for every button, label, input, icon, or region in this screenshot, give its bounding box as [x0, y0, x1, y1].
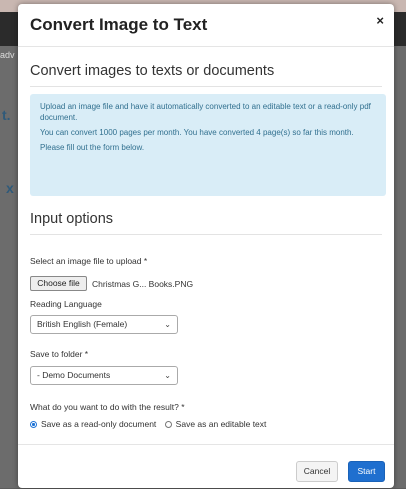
radio-label: Save as an editable text: [175, 419, 267, 429]
close-icon[interactable]: ×: [376, 14, 384, 27]
folder-select[interactable]: - Demo Documents ⌄: [30, 366, 178, 385]
language-select-value: British English (Female): [37, 319, 128, 329]
file-label: Select an image file to upload *: [30, 256, 148, 266]
result-radio-group: Save as a read-only document Save as an …: [30, 419, 272, 431]
convert-image-modal: Convert Image to Text × Convert images t…: [18, 4, 394, 488]
modal-title: Convert Image to Text: [30, 15, 208, 34]
info-text: You can convert 1000 pages per month. Yo…: [40, 128, 354, 137]
info-alert: Upload an image file and have it automat…: [30, 94, 386, 196]
folder-select-value: - Demo Documents: [37, 370, 111, 380]
background-right-edge: [392, 46, 406, 488]
info-text: Upload an image file and have it automat…: [40, 102, 371, 122]
chevron-down-icon: ⌄: [164, 371, 171, 380]
background-text-fragment: t.: [2, 107, 11, 123]
input-options-heading: Input options: [30, 211, 114, 227]
folder-label: Save to folder *: [30, 349, 89, 359]
modal-header: Convert Image to Text ×: [18, 4, 394, 47]
radio-editable-text[interactable]: Save as an editable text: [164, 419, 267, 429]
cancel-button[interactable]: Cancel: [296, 461, 338, 482]
radio-unchecked-icon[interactable]: [164, 421, 172, 428]
modal-heading: Convert images to texts or documents: [30, 63, 275, 79]
info-text: Please fill out the form below.: [40, 143, 145, 152]
language-select[interactable]: British English (Female) ⌄: [30, 315, 178, 334]
radio-read-only-document[interactable]: Save as a read-only document: [30, 419, 156, 429]
start-button[interactable]: Start: [348, 461, 385, 482]
choose-file-button[interactable]: Choose file: [30, 276, 87, 291]
background-text-fragment: adv: [0, 50, 15, 60]
result-label: What do you want to do with the result? …: [30, 402, 185, 412]
modal-footer: Cancel Start: [18, 444, 394, 489]
divider: [30, 86, 382, 87]
background-text-fragment: x: [6, 180, 14, 196]
radio-checked-icon[interactable]: [30, 421, 37, 428]
language-label: Reading Language: [30, 299, 102, 309]
chevron-down-icon: ⌄: [164, 320, 171, 329]
radio-label: Save as a read-only document: [41, 419, 157, 429]
divider: [30, 234, 382, 235]
selected-file-name: Christmas G... Books.PNG: [92, 279, 194, 289]
